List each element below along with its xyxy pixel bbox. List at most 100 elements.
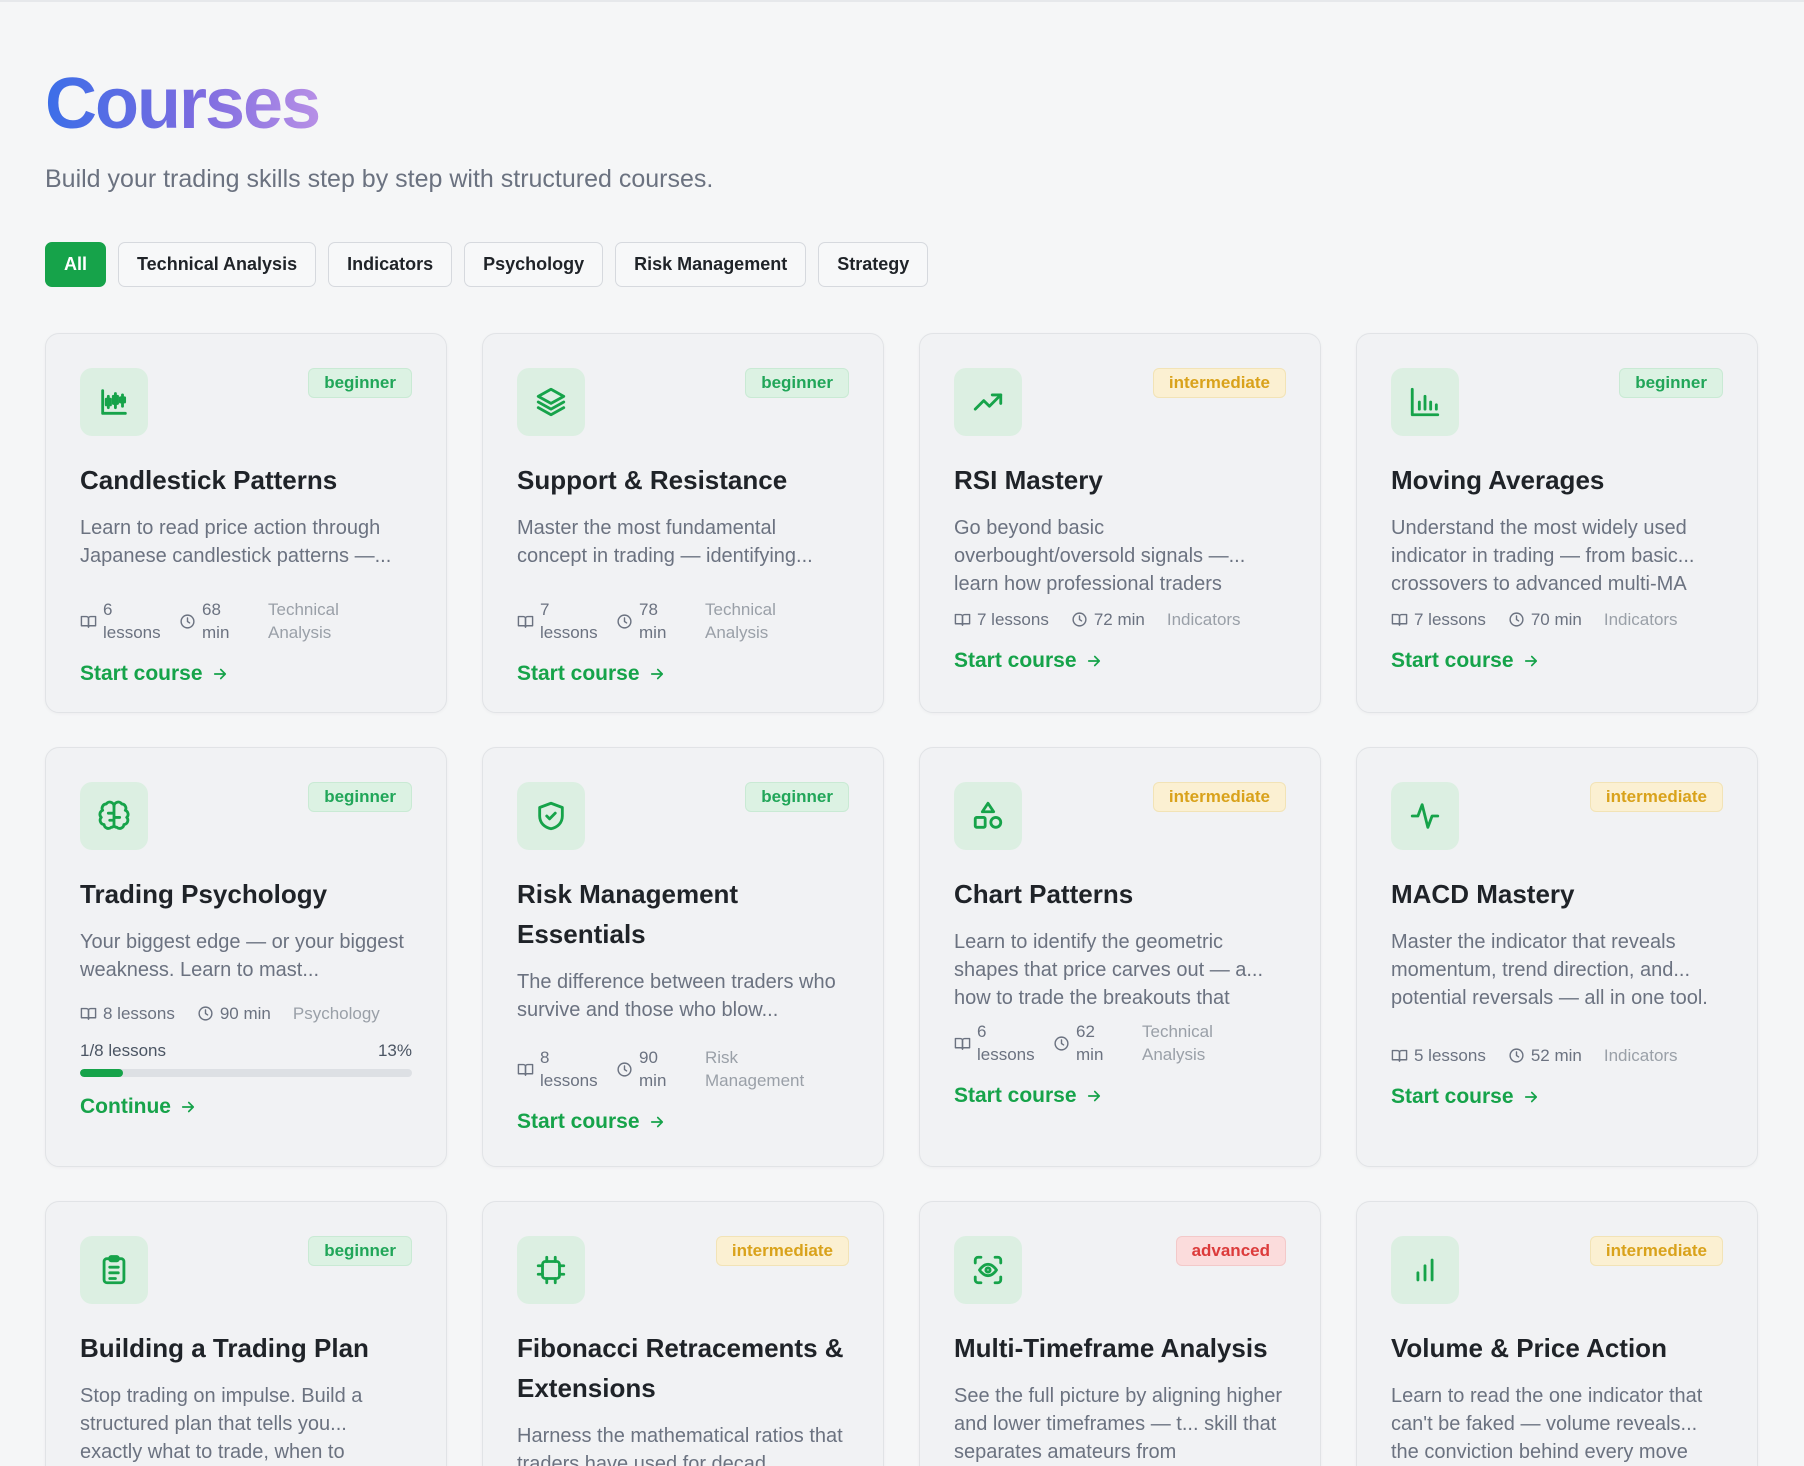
filter-technical-analysis[interactable]: Technical Analysis — [118, 242, 317, 287]
duration: 62 min — [1076, 1022, 1104, 1064]
clock-icon — [617, 613, 632, 629]
lessons-count: 7 lessons — [977, 610, 1049, 629]
course-card[interactable]: beginner Trading Psychology Your biggest… — [45, 747, 447, 1167]
start-course-link[interactable]: Start course — [1391, 649, 1540, 673]
lessons-count: 6 lessons — [977, 1022, 1035, 1064]
course-meta: 8 lessons 90 min Psychology — [80, 1002, 412, 1025]
page-title: Courses — [45, 64, 321, 144]
progress-label: 1/8 lessons — [80, 1041, 166, 1060]
book-icon — [80, 1007, 97, 1020]
course-description: Master the most fundamental concept in t… — [517, 517, 813, 567]
course-card[interactable]: beginner Candlestick Patterns Learn to r… — [45, 333, 447, 713]
course-title: Building a Trading Plan — [80, 1333, 369, 1363]
course-meta: 6 lessons 68 min Technical Analysis — [80, 598, 412, 644]
filter-psychology[interactable]: Psychology — [464, 242, 604, 287]
start-course-link[interactable]: Start course — [80, 662, 229, 686]
course-meta: 7 lessons 72 min Indicators — [954, 608, 1286, 631]
top-divider — [0, 0, 1804, 2]
book-icon — [954, 613, 971, 626]
course-category: Psychology — [292, 1004, 380, 1023]
shapes-icon — [954, 782, 1022, 850]
course-card[interactable]: intermediate Volume & Price Action Learn… — [1356, 1201, 1758, 1466]
level-badge: beginner — [1619, 368, 1723, 398]
filter-strategy[interactable]: Strategy — [818, 242, 929, 287]
course-card[interactable]: beginner Risk Management Essentials The … — [482, 747, 884, 1167]
course-card[interactable]: beginner Moving Averages Understand the … — [1356, 333, 1758, 713]
clock-icon — [198, 1006, 213, 1021]
book-icon — [954, 1037, 971, 1050]
progress-percent: 13% — [377, 1041, 412, 1060]
start-course-link[interactable]: Start course — [954, 1084, 1103, 1108]
course-category: Indicators — [1603, 610, 1678, 629]
duration: 90 min — [219, 1004, 271, 1023]
duration: 70 min — [1530, 610, 1582, 629]
arrow-right-icon — [1524, 655, 1537, 667]
page-subtitle: Build your trading skills step by step w… — [45, 165, 714, 193]
book-icon — [80, 615, 97, 628]
volume-bars-icon — [1391, 1236, 1459, 1304]
lessons-count: 7 lessons — [540, 600, 598, 642]
clock-icon — [1509, 612, 1524, 627]
filter-indicators[interactable]: Indicators — [328, 242, 453, 287]
level-badge: intermediate — [1589, 782, 1723, 812]
start-course-link[interactable]: Start course — [517, 662, 666, 686]
candlestick-icon — [80, 368, 148, 436]
course-title: Trading Psychology — [80, 879, 328, 909]
trending-up-icon — [954, 368, 1022, 436]
level-badge: beginner — [308, 368, 412, 398]
course-category: Risk Management — [705, 1048, 805, 1090]
start-course-link[interactable]: Start course — [1391, 1085, 1540, 1109]
progress-row: 1/8 lessons 13% — [80, 1041, 412, 1061]
course-description: See the full picture by aligning higher … — [954, 1385, 1282, 1463]
start-course-link[interactable]: Start course — [517, 1110, 666, 1134]
clock-icon — [1509, 1048, 1524, 1063]
progress-bar-fill — [80, 1069, 124, 1077]
course-title: Chart Patterns — [954, 879, 1134, 909]
duration: 68 min — [202, 600, 230, 642]
course-card[interactable]: intermediate MACD Mastery Master the ind… — [1356, 747, 1758, 1167]
course-card[interactable]: intermediate Fibonacci Retracements & Ex… — [482, 1201, 884, 1466]
level-badge: intermediate — [1152, 782, 1286, 812]
course-card[interactable]: beginner Building a Trading Plan Stop tr… — [45, 1201, 447, 1466]
brain-icon — [80, 782, 148, 850]
course-meta: 7 lessons 70 min Indicators — [1391, 608, 1723, 631]
start-course-link[interactable]: Start course — [954, 649, 1103, 673]
course-description: Master the indicator that reveals moment… — [1391, 931, 1708, 1009]
level-badge: intermediate — [1152, 368, 1286, 398]
course-card[interactable]: advanced Multi-Timeframe Analysis See th… — [919, 1201, 1321, 1466]
clipboard-list-icon — [80, 1236, 148, 1304]
lessons-count: 8 lessons — [540, 1048, 598, 1090]
arrow-right-icon — [1087, 1090, 1100, 1102]
level-badge: intermediate — [715, 1236, 849, 1266]
course-category: Indicators — [1166, 610, 1241, 629]
course-category: Indicators — [1603, 1046, 1678, 1065]
course-card[interactable]: intermediate RSI Mastery Go beyond basic… — [919, 333, 1321, 713]
level-badge: advanced — [1175, 1236, 1286, 1266]
continue-link[interactable]: Continue — [80, 1095, 197, 1119]
course-description: Go beyond basic overbought/oversold sign… — [954, 517, 1246, 595]
level-badge: intermediate — [1589, 1236, 1723, 1266]
course-category: Technical Analysis — [1142, 1022, 1213, 1064]
level-badge: beginner — [745, 368, 849, 398]
filter-all[interactable]: All — [45, 242, 107, 287]
filter-risk-management[interactable]: Risk Management — [615, 242, 807, 287]
course-card[interactable]: intermediate Chart Patterns Learn to ide… — [919, 747, 1321, 1167]
course-title: Volume & Price Action — [1391, 1333, 1667, 1363]
clock-icon — [617, 1061, 632, 1077]
arrow-right-icon — [650, 668, 663, 680]
course-card[interactable]: beginner Support & Resistance Master the… — [482, 333, 884, 713]
course-title: Candlestick Patterns — [80, 465, 338, 495]
course-description: Stop trading on impulse. Build a structu… — [80, 1385, 363, 1463]
course-description: The difference between traders who survi… — [517, 971, 836, 1021]
course-grid: beginner Candlestick Patterns Learn to r… — [45, 333, 1759, 1466]
book-icon — [1391, 613, 1408, 626]
arrow-right-icon — [181, 1101, 195, 1113]
clock-icon — [1072, 612, 1087, 627]
page: Courses Build your trading skills step b… — [45, 62, 1759, 1466]
progress-bar — [80, 1069, 412, 1077]
duration: 72 min — [1093, 610, 1145, 629]
arrow-right-icon — [650, 1116, 663, 1128]
activity-icon — [1391, 782, 1459, 850]
course-title: Risk Management Essentials — [517, 879, 739, 949]
course-description: Learn to read the one indicator that can… — [1391, 1385, 1703, 1463]
